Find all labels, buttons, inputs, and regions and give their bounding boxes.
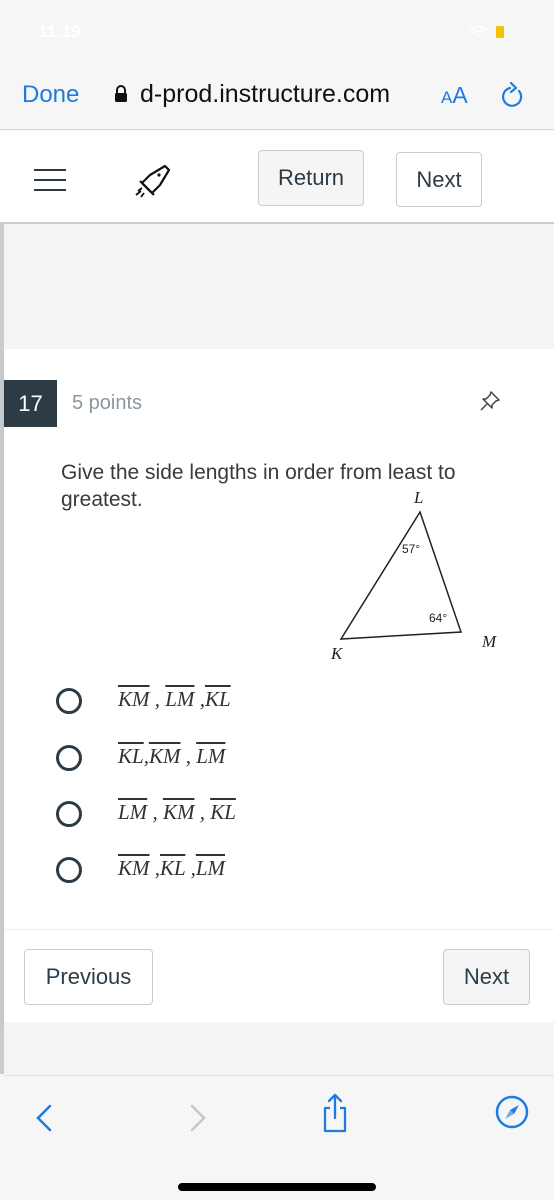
vertex-label-k: K — [330, 644, 344, 663]
footer-divider — [4, 929, 554, 930]
question-card: 17 5 points Give the side lengths in ord… — [4, 349, 554, 1022]
home-indicator — [178, 1183, 376, 1191]
browser-toolbar — [0, 1076, 554, 1200]
radio-button[interactable] — [56, 801, 82, 827]
option-label: KM ,KL ,LM — [118, 856, 225, 880]
forward-icon[interactable] — [180, 1100, 212, 1136]
answer-option[interactable]: KM , LM ,KL — [54, 681, 354, 721]
vertex-label-m: M — [481, 632, 497, 651]
content-bottom-spacer — [4, 1022, 554, 1076]
answer-option[interactable]: KL,KM , LM — [54, 738, 354, 778]
answer-option[interactable]: LM , KM , KL — [54, 794, 354, 834]
angle-label-l: 57° — [402, 542, 420, 556]
wifi-icon — [469, 26, 487, 38]
pin-icon[interactable] — [478, 389, 502, 413]
text-size-button[interactable]: AA — [441, 82, 468, 109]
status-bar: 11:19 — [0, 0, 554, 60]
vertex-label-l: L — [413, 488, 423, 507]
status-indicators — [468, 26, 504, 38]
content-spacer — [4, 224, 554, 349]
browser-url-bar: Done d-prod.instructure.com AA — [0, 60, 554, 130]
triangle-figure: L K M 57° 64° — [330, 488, 497, 663]
compass-icon[interactable] — [494, 1094, 530, 1130]
answer-option[interactable]: KM ,KL ,LM — [54, 850, 354, 890]
radio-button[interactable] — [56, 688, 82, 714]
rocket-icon[interactable] — [130, 161, 172, 203]
menu-icon[interactable] — [34, 169, 66, 193]
question-points: 5 points — [72, 392, 143, 414]
battery-icon — [496, 26, 504, 38]
lock-icon — [115, 85, 127, 102]
canvas-header: Return Next — [0, 131, 554, 224]
radio-button[interactable] — [56, 745, 82, 771]
angle-label-m: 64° — [429, 611, 447, 625]
option-label: LM , KM , KL — [118, 800, 236, 824]
next-button-top[interactable]: Next — [396, 152, 482, 207]
reload-icon[interactable] — [500, 82, 526, 110]
question-number: 17 — [4, 380, 57, 427]
share-icon[interactable] — [319, 1092, 351, 1134]
radio-button[interactable] — [56, 857, 82, 883]
done-button[interactable]: Done — [22, 81, 79, 109]
text-size-small-a: A — [441, 88, 453, 107]
option-label: KM , LM ,KL — [118, 687, 231, 711]
url-text[interactable]: d-prod.instructure.com — [140, 80, 390, 109]
return-button[interactable]: Return — [258, 150, 364, 206]
option-label: KL,KM , LM — [118, 744, 226, 768]
previous-button[interactable]: Previous — [24, 949, 153, 1005]
text-size-large-a: A — [452, 82, 468, 108]
next-button-bottom[interactable]: Next — [443, 949, 530, 1005]
status-time: 11:19 — [38, 22, 81, 41]
back-icon[interactable] — [30, 1100, 62, 1136]
